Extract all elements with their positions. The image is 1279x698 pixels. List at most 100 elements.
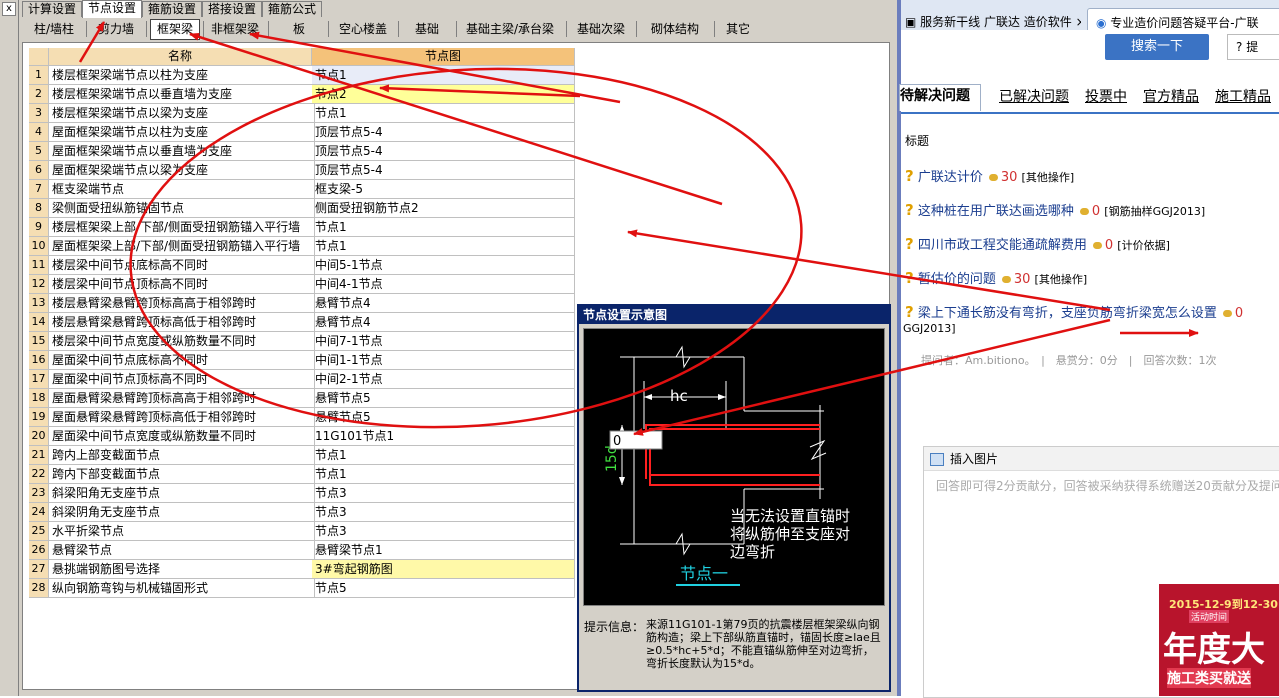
row-node-select[interactable]: 节点1 [312,66,575,85]
question-item[interactable]: ? 梁上下通长筋没有弯折，支座负筋弯折梁宽怎么设置 0 [905,300,1243,324]
row-name: 框支梁端节点 [49,180,315,199]
subtab-masonry[interactable]: 砌体结构 [640,18,710,40]
question-title[interactable]: 暂估价的问题 [918,272,996,287]
subtab-slab[interactable]: 板 [272,18,326,40]
row-node-select[interactable]: 节点1 [312,218,575,237]
row-node-select[interactable]: 节点2 [312,85,575,104]
table-row[interactable]: 6 屋面框架梁端节点以梁为支座 顶层节点5-4 [29,161,575,180]
row-node-select[interactable]: 中间7-1节点 [312,332,575,351]
row-node-select[interactable]: 框支梁-5 [312,180,575,199]
row-node-select[interactable]: 悬臂节点4 [312,294,575,313]
table-row[interactable]: 9 楼层框架梁上部/下部/侧面受扭钢筋锚入平行墙 节点1 [29,218,575,237]
row-node-select[interactable]: 侧面受扭钢筋节点2 [312,199,575,218]
table-row[interactable]: 23 斜梁阳角无支座节点 节点3 [29,484,575,503]
table-row[interactable]: 20 屋面梁中间节点宽度或纵筋数量不同时 11G101节点1 [29,427,575,446]
row-node-select[interactable]: 中间5-1节点 [312,256,575,275]
row-node-select[interactable]: 中间1-1节点 [312,351,575,370]
row-node-select[interactable]: 节点1 [312,465,575,484]
row-node-select[interactable]: 悬臂梁节点1 [312,541,575,560]
tab-lap-settings[interactable]: 搭接设置 [202,1,262,17]
row-node-select[interactable]: 悬臂节点4 [312,313,575,332]
table-row[interactable]: 19 屋面悬臂梁悬臂跨顶标高低于相邻跨时 悬臂节点5 [29,408,575,427]
table-row[interactable]: 26 悬臂梁节点 悬臂梁节点1 [29,541,575,560]
row-node-select[interactable]: 悬臂节点5 [312,408,575,427]
row-node-select[interactable]: 节点3 [312,522,575,541]
row-node-select[interactable]: 节点3 [312,503,575,522]
question-item[interactable]: ? 广联达计价 30 [其他操作] [905,164,1074,188]
table-row[interactable]: 2 楼层框架梁端节点以垂直墙为支座 节点2 [29,85,575,104]
question-item[interactable]: ? 四川市政工程交能通疏解费用 0 [计价依据] [905,232,1170,256]
question-item[interactable]: ? 这种桩在用广联达画选哪种 0 [钢筋抽样GGJ2013] [905,198,1205,222]
table-row[interactable]: 5 屋面框架梁端节点以垂直墙为支座 顶层节点5-4 [29,142,575,161]
tab-stirrup-settings[interactable]: 箍筋设置 [142,1,202,17]
table-row[interactable]: 27 悬挑端钢筋图号选择 3#弯起钢筋图 [29,560,575,579]
coin-icon [1001,276,1011,283]
row-node-select[interactable]: 节点5 [312,579,575,598]
table-row[interactable]: 11 楼层梁中间节点底标高不同时 中间5-1节点 [29,256,575,275]
tab-node-settings[interactable]: 节点设置 [82,0,142,18]
row-node-select[interactable]: 节点1 [312,237,575,256]
subtab-column[interactable]: 柱/墙柱 [24,18,84,40]
table-row[interactable]: 25 水平折梁节点 节点3 [29,522,575,541]
row-number: 23 [29,484,49,503]
tab-voting[interactable]: 投票中 [1085,86,1127,108]
table-row[interactable]: 8 梁侧面受扭纵筋锚固节点 侧面受扭钢筋节点2 [29,199,575,218]
tab-calc-settings[interactable]: 计算设置 [22,1,82,17]
table-row[interactable]: 18 屋面悬臂梁悬臂跨顶标高高于相邻跨时 悬臂节点5 [29,389,575,408]
subtab-foundation-secondary-beam[interactable]: 基础次梁 [570,18,632,40]
question-title[interactable]: 这种桩在用广联达画选哪种 [918,204,1074,219]
table-row[interactable]: 15 楼层梁中间节点宽度或纵筋数量不同时 中间7-1节点 [29,332,575,351]
table-row[interactable]: 14 楼层悬臂梁悬臂跨顶标高低于相邻跨时 悬臂节点4 [29,313,575,332]
row-node-select[interactable]: 中间2-1节点 [312,370,575,389]
question-title[interactable]: 广联达计价 [918,170,983,185]
question-title[interactable]: 梁上下通长筋没有弯折，支座负筋弯折梁宽怎么设置 [918,306,1217,321]
close-icon[interactable]: x [2,2,16,16]
row-node-select[interactable]: 顶层节点5-4 [312,161,575,180]
tab-stirrup-formula[interactable]: 箍筋公式 [262,1,322,17]
tab-construction-picks[interactable]: 施工精品 [1215,86,1271,108]
question-item[interactable]: ? 暂估价的问题 30 [其他操作] [905,266,1087,290]
row-node-select[interactable]: 节点1 [312,446,575,465]
table-row[interactable]: 22 跨内下部变截面节点 节点1 [29,465,575,484]
insert-image-toolbar[interactable]: 插入图片 [924,447,1279,471]
ask-button[interactable]: ? 提 [1227,34,1279,60]
table-row[interactable]: 13 楼层悬臂梁悬臂跨顶标高高于相邻跨时 悬臂节点4 [29,294,575,313]
row-node-select[interactable]: 顶层节点5-4 [312,142,575,161]
table-row[interactable]: 1 楼层框架梁端节点以柱为支座 节点1 [29,66,575,85]
question-title[interactable]: 四川市政工程交能通疏解费用 [918,238,1087,253]
table-row[interactable]: 16 屋面梁中间节点底标高不同时 中间1-1节点 [29,351,575,370]
answer-placeholder[interactable]: 回答即可得2分贡献分，回答被采纳获得系统赠送20贡献分及提问 [936,477,1279,494]
row-node-select[interactable]: 节点3 [312,484,575,503]
row-node-select[interactable]: 3#弯起钢筋图 [312,560,575,579]
question-tab-bar: 待解决问题 已解决问题 投票中 官方精品 施工精品 [899,82,1279,114]
table-row[interactable]: 4 屋面框架梁端节点以柱为支座 顶层节点5-4 [29,123,575,142]
subtab-frame-beam[interactable]: 框架梁 [150,19,200,40]
table-row[interactable]: 28 纵向钢筋弯钩与机械锚固形式 节点5 [29,579,575,598]
table-row[interactable]: 24 斜梁阴角无支座节点 节点3 [29,503,575,522]
table-row[interactable]: 21 跨内上部变截面节点 节点1 [29,446,575,465]
table-row[interactable]: 3 楼层框架梁端节点以梁为支座 节点1 [29,104,575,123]
row-node-select[interactable]: 11G101节点1 [312,427,575,446]
subtab-shear-wall[interactable]: 剪力墙 [88,18,144,40]
table-row[interactable]: 12 楼层梁中间节点顶标高不同时 中间4-1节点 [29,275,575,294]
table-row[interactable]: 10 屋面框架梁上部/下部/侧面受扭钢筋锚入平行墙 节点1 [29,237,575,256]
table-row[interactable]: 17 屋面梁中间节点顶标高不同时 中间2-1节点 [29,370,575,389]
subtab-foundation[interactable]: 基础 [402,18,452,40]
row-node-select[interactable]: 悬臂节点5 [312,389,575,408]
subtab-foundation-main-beam[interactable]: 基础主梁/承台梁 [460,18,560,40]
tab-official-picks[interactable]: 官方精品 [1143,86,1199,108]
row-node-select[interactable]: 顶层节点5-4 [312,123,575,142]
search-button[interactable]: 搜索一下 [1105,34,1209,60]
node-diagram-svg: hc 15d 0 当无法设置直锚时 将纵筋伸至支座对 边弯折 节点一 [604,345,850,586]
close-icon[interactable]: × [1076,15,1081,29]
row-node-select[interactable]: 中间4-1节点 [312,275,575,294]
subtab-hollow-floor[interactable]: 空心楼盖 [332,18,394,40]
subtab-other[interactable]: 其它 [718,18,758,40]
promo-banner[interactable]: 2015-12-9到12-30 活动时间 年度大 施工类买就送 [1159,584,1279,696]
row-node-select[interactable]: 节点1 [312,104,575,123]
tab-pending-questions[interactable]: 待解决问题 [899,84,981,111]
tab-solved-questions[interactable]: 已解决问题 [999,86,1069,108]
subtab-nonframe-beam[interactable]: 非框架梁 [206,18,264,40]
row-number: 28 [29,579,49,598]
table-row[interactable]: 7 框支梁端节点 框支梁-5 [29,180,575,199]
